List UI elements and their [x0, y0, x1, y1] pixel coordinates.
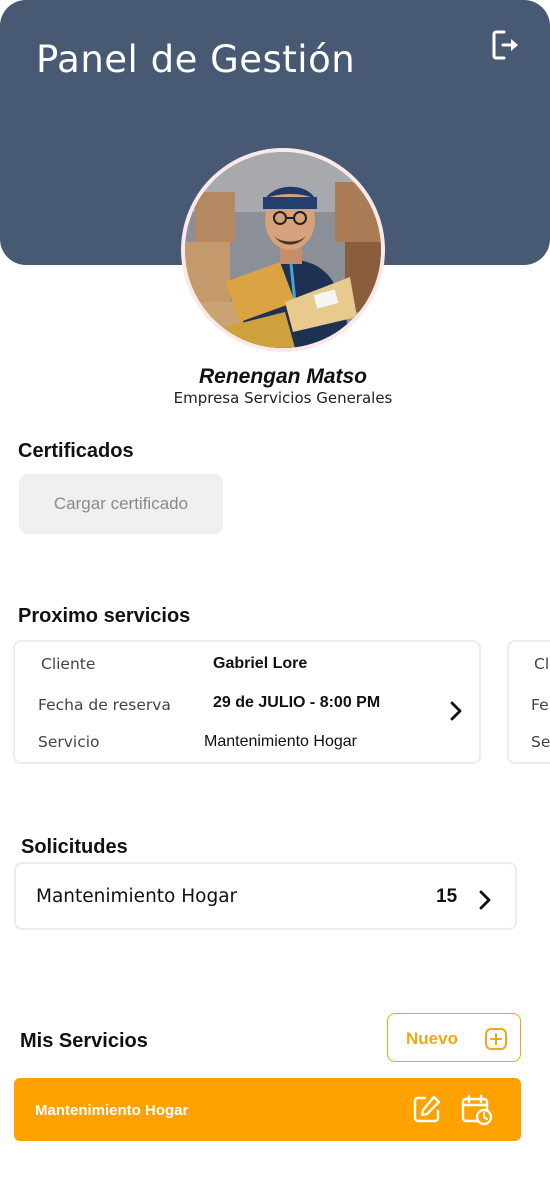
request-item[interactable]: Mantenimiento Hogar 15	[14, 862, 517, 930]
requests-title: Solicitudes	[21, 836, 128, 858]
client-label: Cl	[534, 655, 550, 673]
chevron-right-icon[interactable]	[449, 700, 463, 722]
client-value: Gabriel Lore	[213, 655, 308, 672]
upcoming-services-title: Proximo servicios	[18, 605, 191, 627]
date-label: Fecha de reserva	[38, 696, 171, 714]
upcoming-service-card-next[interactable]: Cl Fe Se	[507, 640, 550, 764]
request-label: Mantenimiento Hogar	[36, 886, 238, 907]
request-count: 15	[436, 886, 458, 907]
service-label: Se	[531, 733, 550, 751]
chevron-right-icon[interactable]	[478, 889, 492, 911]
new-service-label: Nuevo	[406, 1029, 458, 1048]
logout-icon[interactable]	[490, 28, 524, 62]
certificates-title: Certificados	[18, 440, 134, 462]
new-service-button[interactable]: Nuevo	[387, 1013, 521, 1062]
profile-company: Empresa Servicios Generales	[173, 389, 393, 407]
profile-name: Renengan Matso	[198, 365, 368, 388]
page-title: Panel de Gestión	[36, 38, 356, 81]
plus-square-icon	[485, 1028, 507, 1050]
upload-certificate-button[interactable]: Cargar certificado	[19, 474, 223, 534]
my-services-title: Mis Servicios	[20, 1030, 148, 1052]
service-item-label: Mantenimiento Hogar	[35, 1102, 189, 1119]
avatar-photo	[185, 152, 381, 348]
service-value: Mantenimiento Hogar	[204, 733, 357, 750]
client-label: Cliente	[41, 655, 96, 673]
service-item[interactable]: Mantenimiento Hogar	[14, 1078, 521, 1141]
date-value: 29 de JULIO - 8:00 PM	[213, 694, 381, 711]
upcoming-service-card[interactable]: Cliente Gabriel Lore Fecha de reserva 29…	[13, 640, 481, 764]
service-label: Servicio	[38, 733, 100, 751]
avatar[interactable]	[181, 148, 385, 352]
calendar-clock-icon[interactable]	[460, 1093, 494, 1127]
edit-icon[interactable]	[412, 1094, 442, 1124]
date-label: Fe	[531, 696, 549, 714]
